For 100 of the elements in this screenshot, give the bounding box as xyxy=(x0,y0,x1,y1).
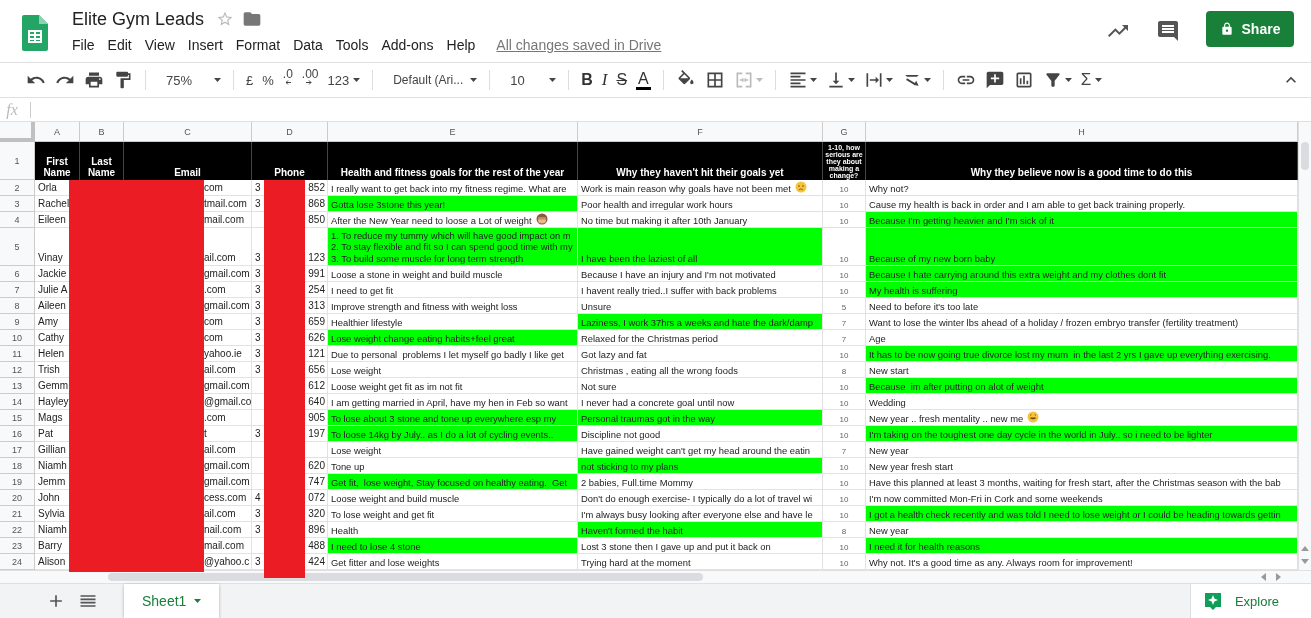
caret-icon[interactable] xyxy=(353,78,361,82)
caret-icon[interactable] xyxy=(470,78,478,82)
table-cell: Niamh xyxy=(38,524,67,536)
row-header[interactable]: 19 xyxy=(0,474,35,490)
italic-button[interactable]: I xyxy=(601,68,608,92)
sheet-tab[interactable]: Sheet1 xyxy=(124,584,220,618)
table-cell: 320 xyxy=(308,508,325,520)
sheets-logo-icon[interactable] xyxy=(22,15,48,51)
row-header[interactable]: 6 xyxy=(0,266,35,282)
table-cell: 3 xyxy=(255,316,261,328)
star-icon[interactable] xyxy=(216,10,235,28)
caret-icon[interactable] xyxy=(549,78,557,82)
paint-format-icon[interactable] xyxy=(113,70,133,90)
table-cell: Aileen xyxy=(38,300,66,312)
row-header[interactable]: 12 xyxy=(0,362,35,378)
row-header[interactable]: 11 xyxy=(0,346,35,362)
row-header[interactable]: 1 xyxy=(0,142,35,180)
row-header[interactable]: 24 xyxy=(0,554,35,570)
row-header[interactable]: 7 xyxy=(0,282,35,298)
scroll-thumb[interactable] xyxy=(1301,142,1309,170)
row-header[interactable]: 4 xyxy=(0,212,35,228)
number-format-dropdown[interactable]: 123 xyxy=(327,68,361,92)
save-status-link[interactable]: All changes saved in Drive xyxy=(496,37,662,53)
zoom-dropdown[interactable]: 75% xyxy=(166,68,221,92)
strikethrough-button[interactable]: S xyxy=(616,68,628,92)
text-color-button[interactable]: A xyxy=(636,70,651,90)
table-cell: 640 xyxy=(308,396,325,408)
table-cell: Jemm xyxy=(38,476,66,488)
increase-decimals-button[interactable]: .00 xyxy=(301,68,319,92)
table-cell: Wedding xyxy=(866,394,1298,410)
monkey-face-icon xyxy=(535,213,548,225)
menu-item[interactable]: View xyxy=(144,35,181,55)
row-header[interactable]: 15 xyxy=(0,410,35,426)
row-header[interactable]: 23 xyxy=(0,538,35,554)
row-header[interactable]: 2 xyxy=(0,180,35,196)
row-header[interactable]: 8 xyxy=(0,298,35,314)
table-cell: ail.com xyxy=(204,444,236,456)
add-comment-icon[interactable] xyxy=(984,70,1005,90)
share-button[interactable]: Share xyxy=(1206,11,1294,47)
font-size-dropdown[interactable]: 10 xyxy=(510,68,557,92)
row-header[interactable]: 5 xyxy=(0,228,35,266)
row-header[interactable]: 14 xyxy=(0,394,35,410)
table-cell: Improve strength and fitness with weight loss xyxy=(328,298,578,314)
row-header[interactable]: 13 xyxy=(0,378,35,394)
menu-item[interactable]: Tools xyxy=(335,35,375,55)
highlighted-cell: Because I'm getting heavier and I'm sick of it xyxy=(866,212,1298,228)
row-header[interactable]: 22 xyxy=(0,522,35,538)
document-title[interactable]: Elite Gym Leads xyxy=(72,8,205,30)
table-cell: Have this planned at least 3 months, waiting for fresh start, after the Christmas season with the bab xyxy=(866,474,1298,490)
bold-button[interactable]: B xyxy=(581,68,593,92)
scroll-right-icon[interactable] xyxy=(1276,573,1281,581)
menu-item[interactable]: File xyxy=(72,35,101,55)
highlighted-cell: My health is suffering xyxy=(866,282,1298,298)
menu-item[interactable]: Insert xyxy=(187,35,229,55)
highlighted-cell: Because im after putting on alot of weight xyxy=(866,378,1298,394)
currency-button[interactable]: £ xyxy=(246,68,254,92)
explore-button[interactable]: Explore xyxy=(1189,584,1311,618)
menu-item[interactable]: Help xyxy=(446,35,482,55)
highlighted-cell: Because of my new born baby xyxy=(866,228,1298,266)
menu-item[interactable]: Edit xyxy=(107,35,138,55)
row-header[interactable]: 20 xyxy=(0,490,35,506)
font-dropdown[interactable]: Default (Ari... xyxy=(393,68,478,92)
table-cell: Poor health and irregular work hours xyxy=(578,196,823,212)
row-header[interactable]: 18 xyxy=(0,458,35,474)
caret-icon[interactable] xyxy=(194,599,202,603)
print-icon[interactable] xyxy=(84,70,104,90)
row-header[interactable]: 9 xyxy=(0,314,35,330)
row-header[interactable]: 3 xyxy=(0,196,35,212)
caret-icon[interactable] xyxy=(1095,78,1103,82)
table-cell: 10 xyxy=(839,255,849,264)
table-cell: Barry xyxy=(38,540,62,552)
caret-icon[interactable] xyxy=(809,78,817,82)
caret-icon[interactable] xyxy=(847,78,855,82)
row-header[interactable]: 10 xyxy=(0,330,35,346)
row-header[interactable]: 16 xyxy=(0,426,35,442)
table-cell: 3 xyxy=(255,524,261,536)
scroll-thumb[interactable] xyxy=(108,573,703,581)
scroll-up-icon[interactable] xyxy=(1301,546,1309,551)
comment-icon[interactable] xyxy=(1156,19,1180,43)
table-cell: 620 xyxy=(308,460,325,472)
caret-icon[interactable] xyxy=(214,78,221,82)
header-cell: First Name xyxy=(35,142,80,180)
row-header[interactable]: 21 xyxy=(0,506,35,522)
row-header[interactable]: 17 xyxy=(0,442,35,458)
highlighted-cell: Haven't formed the habit xyxy=(578,522,823,538)
caret-icon[interactable] xyxy=(923,78,931,82)
scroll-left-icon[interactable] xyxy=(1261,573,1266,581)
percent-button[interactable]: % xyxy=(262,68,274,92)
functions-dropdown[interactable]: Σ xyxy=(1080,68,1103,92)
scroll-down-icon[interactable] xyxy=(1301,559,1309,564)
menu-item[interactable]: Data xyxy=(293,35,329,55)
table-cell: tmail.com xyxy=(204,198,247,210)
caret-icon[interactable] xyxy=(885,78,893,82)
vertical-scrollbar[interactable] xyxy=(1298,122,1311,570)
table-cell: 10 xyxy=(839,201,849,210)
caret-icon[interactable] xyxy=(1064,78,1072,82)
menu-item[interactable]: Add-ons xyxy=(381,35,440,55)
folder-icon[interactable] xyxy=(242,9,263,29)
menu-item[interactable]: Format xyxy=(235,35,287,55)
decrease-decimals-button[interactable]: .0 xyxy=(282,68,293,92)
